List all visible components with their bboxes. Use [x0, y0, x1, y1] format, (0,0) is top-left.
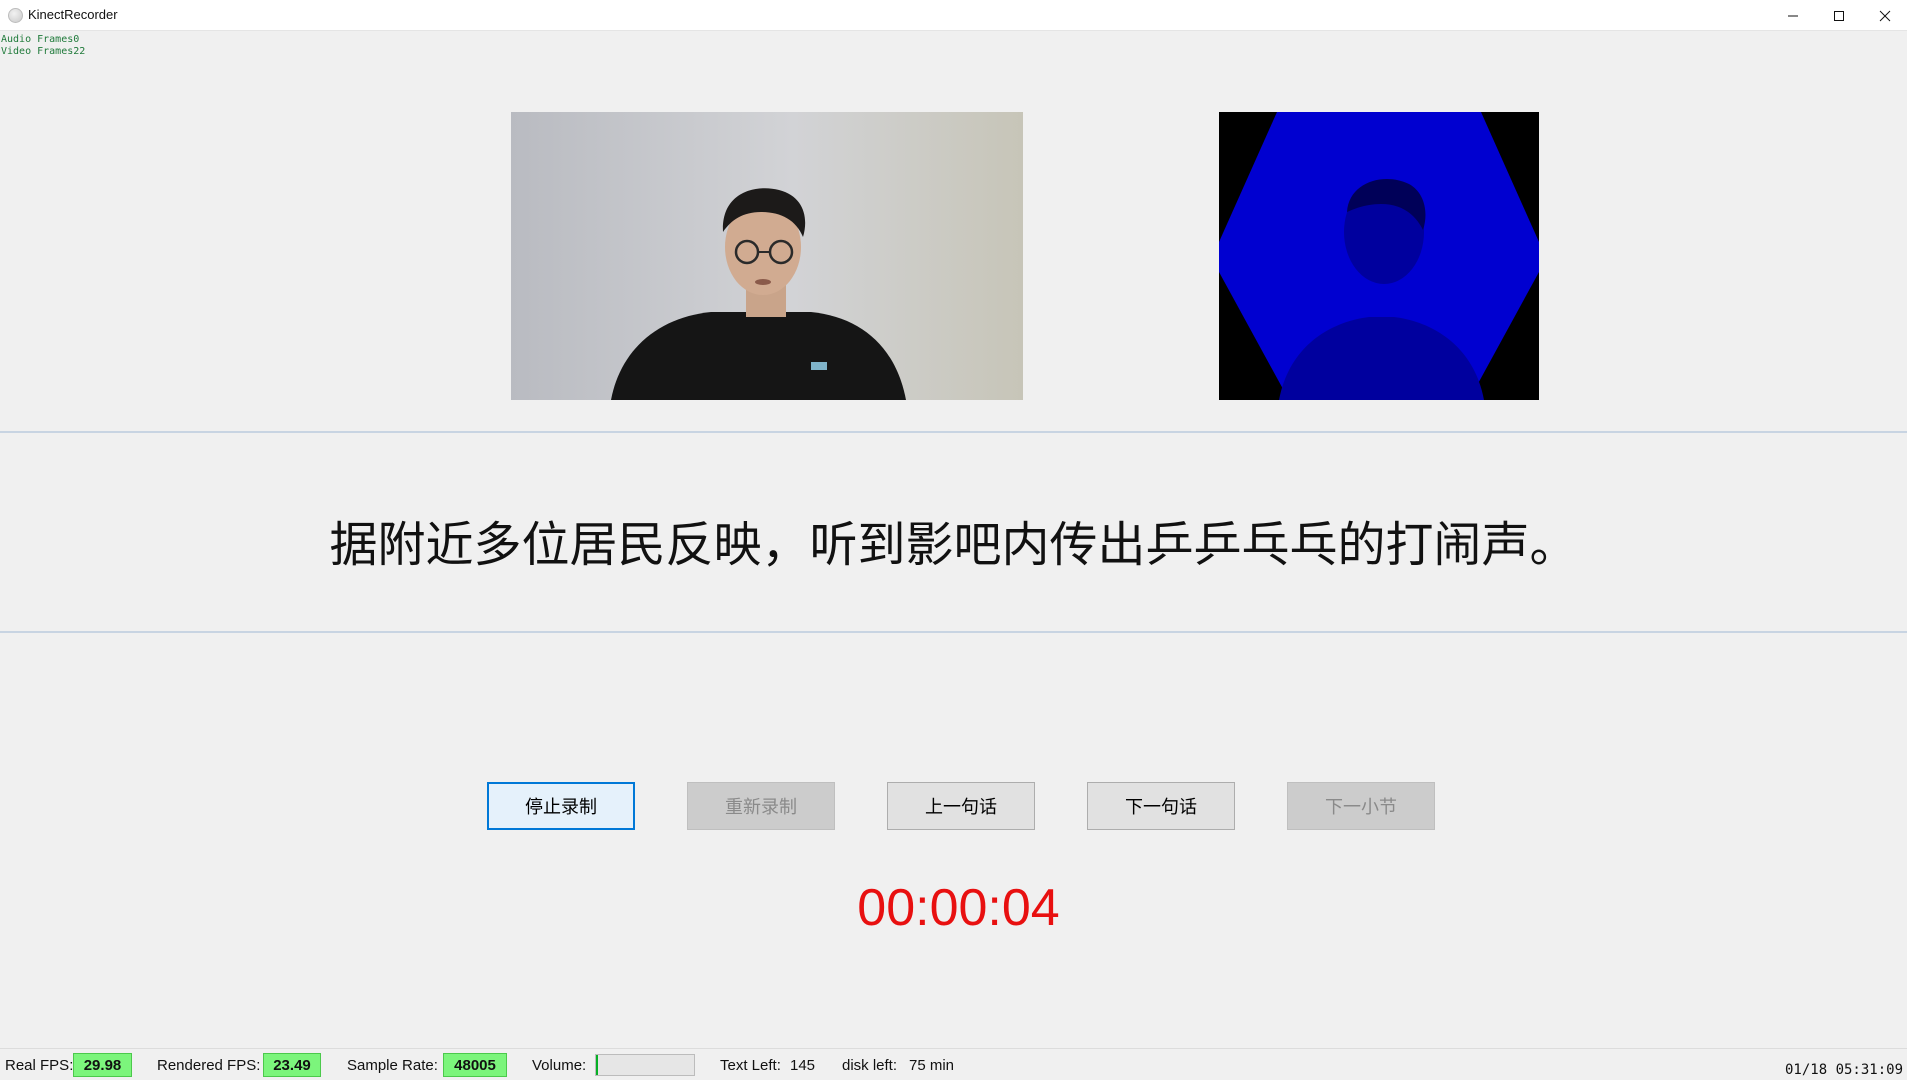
previous-sentence-button[interactable]: 上一句话 — [887, 782, 1035, 830]
volume-meter — [595, 1054, 695, 1076]
audio-frames-value: 0 — [73, 34, 80, 45]
video-frames-value: 22 — [73, 46, 86, 57]
volume-label: Volume: — [532, 1057, 587, 1074]
maximize-icon — [1834, 10, 1844, 21]
text-left-value: 145 — [790, 1057, 816, 1074]
depth-camera-image — [1219, 112, 1539, 400]
disk-left-label: disk left: — [842, 1057, 898, 1074]
disk-left-value: 75 min — [909, 1057, 955, 1074]
divider-top — [0, 431, 1907, 433]
sample-rate-value: 48005 — [443, 1053, 507, 1077]
app-icon — [8, 8, 23, 23]
recording-timer: 00:00:04 — [857, 879, 1060, 937]
stop-recording-button[interactable]: 停止录制 — [487, 782, 635, 830]
title-bar: KinectRecorder — [0, 0, 1907, 31]
close-button[interactable] — [1862, 0, 1907, 31]
status-bar: Real FPS: 29.98 Rendered FPS: 23.49 Samp… — [0, 1048, 1907, 1080]
volume-meter-fill — [596, 1055, 598, 1075]
window-title: KinectRecorder — [28, 7, 118, 22]
real-fps-value: 29.98 — [73, 1053, 132, 1077]
next-sentence-button[interactable]: 下一句话 — [1087, 782, 1235, 830]
real-fps-label: Real FPS: — [5, 1057, 74, 1074]
minimize-button[interactable] — [1770, 0, 1816, 31]
sample-rate-label: Sample Rate: — [347, 1057, 438, 1074]
next-section-button[interactable]: 下一小节 — [1287, 782, 1435, 830]
color-camera-view — [511, 112, 1023, 400]
maximize-button[interactable] — [1816, 0, 1862, 31]
video-frames-counter: Video Frames22 — [1, 46, 85, 58]
divider-bottom — [0, 631, 1907, 633]
close-icon — [1879, 10, 1891, 21]
text-left-label: Text Left: — [720, 1057, 781, 1074]
color-camera-image — [511, 112, 1023, 400]
status-datetime: 01/18 05:31:09 — [1785, 1062, 1904, 1078]
rendered-fps-value: 23.49 — [263, 1053, 321, 1077]
minimize-icon — [1788, 15, 1798, 16]
frame-counters: Audio Frames0 Video Frames22 — [1, 34, 85, 58]
rendered-fps-label: Rendered FPS: — [157, 1057, 261, 1074]
depth-camera-view — [1219, 112, 1539, 400]
rerecord-button[interactable]: 重新录制 — [687, 782, 835, 830]
audio-frames-counter: Audio Frames0 — [1, 34, 85, 46]
prompt-sentence: 据附近多位居民反映，听到影吧内传出乒乒乓乓的打闹声。 — [329, 517, 1578, 573]
video-frames-label: Video Frames — [1, 46, 74, 57]
audio-frames-label: Audio Frames — [1, 34, 74, 45]
